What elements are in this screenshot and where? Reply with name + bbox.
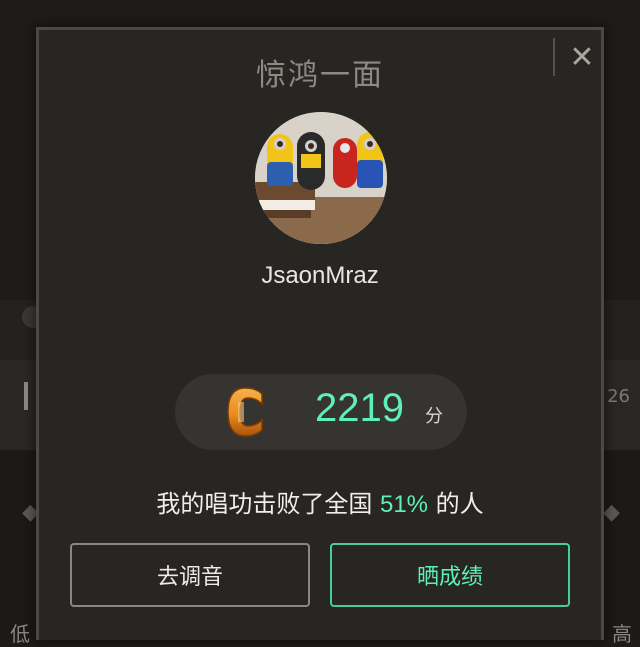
background-right-arrow-icon: ◆ (603, 500, 620, 525)
tune-button[interactable]: 去调音 (70, 543, 310, 607)
background-number: 26 (607, 386, 630, 407)
result-text: 我的唱功击败了全国 51% 的人 (39, 484, 601, 519)
score-value: 2219 (315, 386, 404, 430)
result-prefix: 我的唱功击败了全国 (156, 490, 380, 518)
avatar-image (255, 112, 387, 244)
score-panel: 2219 分 (175, 374, 467, 450)
background-low-label: 低 (10, 622, 30, 646)
score-unit: 分 (425, 406, 443, 427)
score-dialog: 惊鸿一面 ✕ JsaonMraz 2219 分 我的唱功击败了全国 51% 的人… (36, 27, 604, 640)
close-divider (553, 38, 555, 76)
close-icon[interactable]: ✕ (569, 40, 594, 75)
close-button[interactable]: ✕ (563, 38, 601, 76)
grade-c-badge-icon (227, 387, 263, 437)
avatar (255, 112, 387, 244)
username: JsaonMraz (261, 262, 379, 289)
dialog-title: 惊鸿一面 (256, 58, 384, 93)
result-suffix: 的人 (428, 490, 484, 518)
result-percent: 51% (379, 491, 429, 518)
background-bar-marker (24, 382, 28, 410)
background-high-label: 高 (612, 622, 632, 646)
share-score-button[interactable]: 晒成绩 (330, 543, 570, 607)
